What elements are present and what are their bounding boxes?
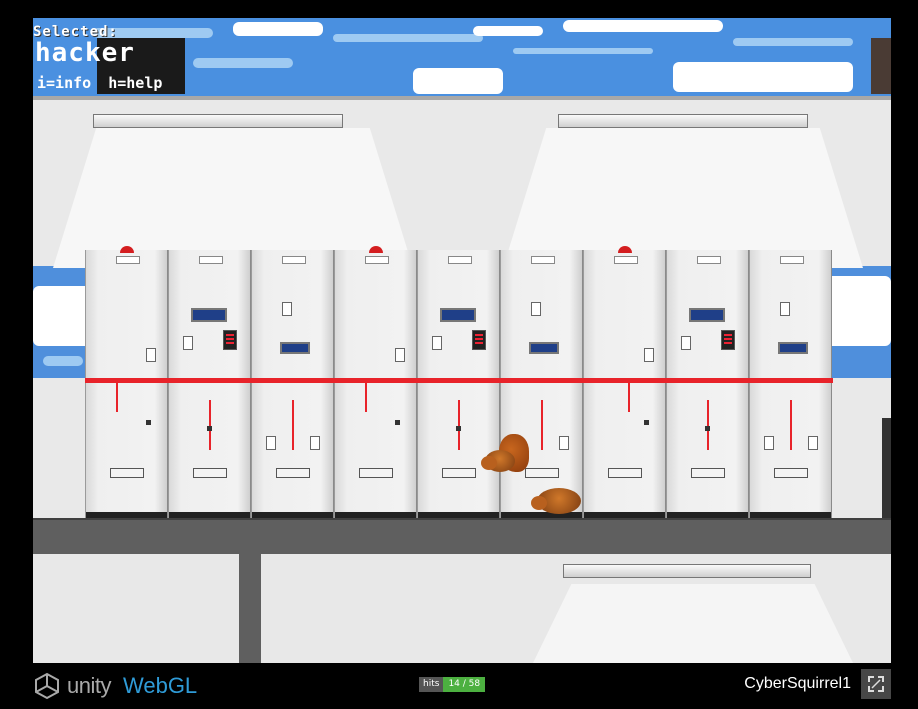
fullscreen-button[interactable] [861,669,891,699]
help-hint: h=help [108,74,163,92]
fullscreen-icon [868,676,884,692]
cabinet[interactable] [749,250,832,518]
floor-slab [33,518,891,554]
light-cone [53,128,413,268]
ceiling-lamp [558,114,808,128]
cabinet[interactable] [666,250,749,518]
selected-character-name: hacker [35,38,135,68]
unity-label: unity [67,673,111,698]
squirrel-hacker[interactable] [531,484,583,516]
background-post [871,38,891,94]
cabinet[interactable] [583,246,666,518]
cabinet[interactable] [417,250,500,518]
info-hint: i=info [37,74,92,92]
light-cone [503,128,863,268]
hits-count: 14 / 58 [443,677,486,692]
light-cone [533,584,853,663]
game-title: CyberSquirrel1 [744,675,851,692]
game-canvas[interactable]: Selected: hacker i=info h=help [33,18,891,663]
hits-label: hits [419,677,444,692]
cabinet[interactable] [251,250,334,518]
support-column [239,554,261,663]
ceiling-beam [33,96,891,100]
switchgear-cabinets [85,246,833,518]
webgl-footer: unity WebGL hits 14 / 58 CyberSquirrel1 [33,663,891,709]
doorway [882,418,891,518]
squirrel-climbing[interactable] [481,434,531,476]
cabinet[interactable] [85,246,168,518]
cabinet[interactable] [168,250,251,518]
ceiling-lamp [93,114,343,128]
unity-webgl-logo: unity WebGL [33,671,197,701]
ceiling-lamp [563,564,811,578]
cabinet[interactable] [334,246,417,518]
hits-counter: hits 14 / 58 [419,677,486,692]
unity-logo-icon [35,672,59,700]
red-bus-bar [85,378,833,383]
cabinet[interactable] [500,250,583,518]
webgl-label: WebGL [122,673,198,698]
key-hints: i=info h=help [37,74,162,92]
